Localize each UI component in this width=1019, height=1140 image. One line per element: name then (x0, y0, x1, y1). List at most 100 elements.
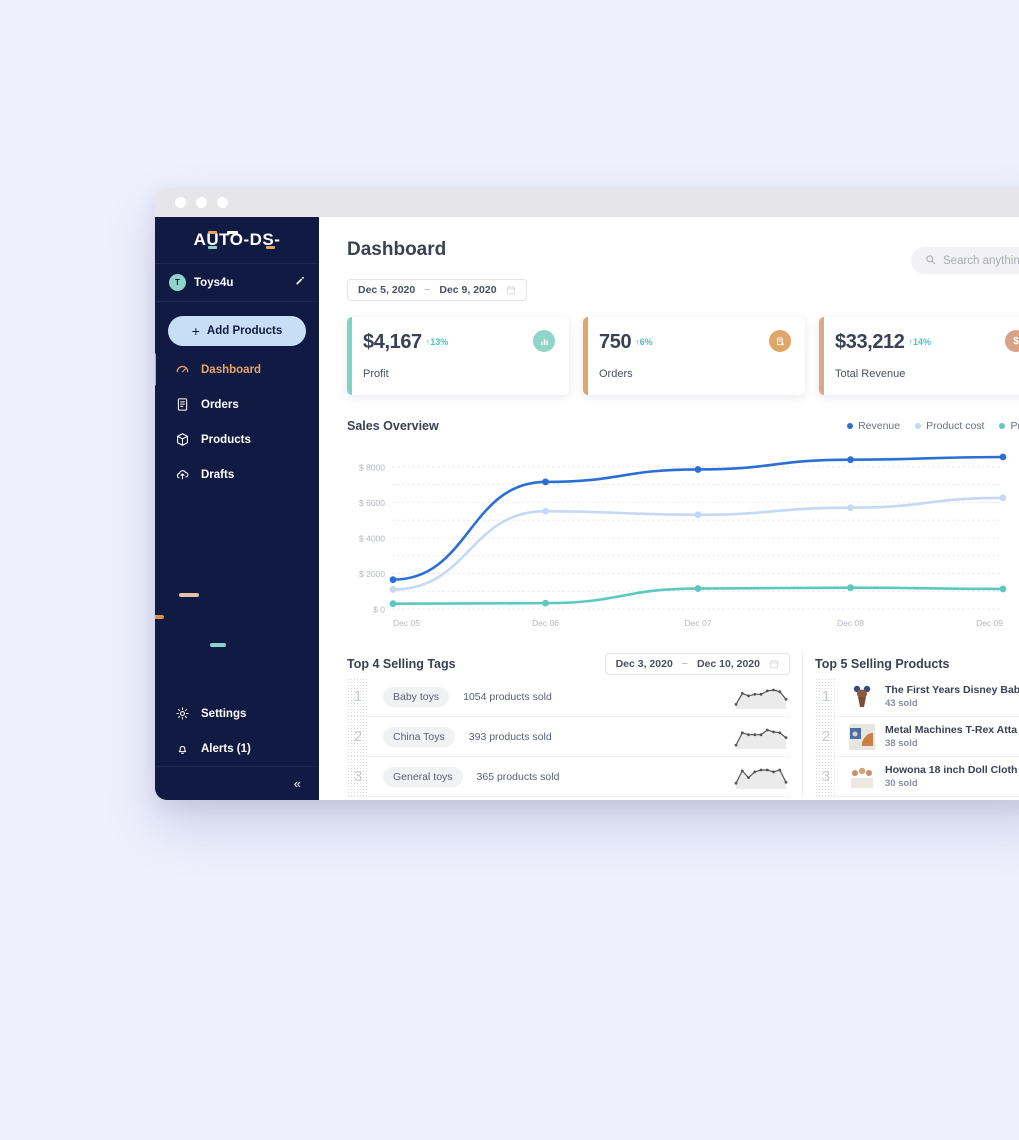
gauge-icon (175, 362, 190, 377)
sidebar-item-alerts[interactable]: Alerts (1) (155, 731, 319, 766)
legend-item-profit[interactable]: Profit (999, 420, 1019, 432)
tag-count: 365 products sold (476, 770, 560, 783)
panel-title: Top 4 Selling Tags (347, 657, 456, 671)
rank-number: 2 (347, 717, 369, 756)
bar-chart-icon (533, 330, 555, 352)
sidebar-item-settings[interactable]: Settings (155, 696, 319, 731)
panel-title: Top 5 Selling Products (815, 657, 950, 671)
legend-swatch (915, 423, 922, 429)
legend-label: Revenue (858, 420, 901, 432)
stat-label: Profit (363, 368, 389, 380)
disney-bear-thumb (849, 683, 875, 710)
products-panel-header: Top 5 Selling Products (815, 651, 1019, 677)
table-row[interactable]: 1 The First Years Disney Bab 43 sold (815, 677, 1019, 717)
sidebar-item-label: Alerts (1) (201, 742, 251, 755)
logo-mark-2 (208, 246, 217, 249)
logo-mark-3 (227, 231, 238, 234)
table-row[interactable]: 1 Baby toys 1054 products sold (347, 677, 790, 717)
window-minimize-dot[interactable] (196, 197, 207, 208)
svg-text:$ 4000: $ 4000 (359, 533, 385, 543)
stat-delta: ↑13% (425, 337, 449, 347)
chart-legend: Revenue Product cost Profit (847, 420, 1019, 432)
box-icon (175, 432, 190, 447)
legend-label: Product cost (926, 420, 985, 432)
app-logo[interactable]: AUTO-DS- (155, 217, 319, 264)
table-row[interactable]: 2 Metal Machines T-Rex Atta 38 sold (815, 717, 1019, 757)
shop-selector[interactable]: T Toys4u (155, 264, 319, 302)
order-clipboard-icon (769, 330, 791, 352)
add-products-button[interactable]: + Add Products (168, 316, 306, 346)
svg-text:$ 6000: $ 6000 (359, 498, 385, 508)
stat-card-orders[interactable]: 750 ↑6% Orders (583, 317, 805, 395)
sparkline-chart (734, 728, 788, 749)
card-accent-bar (583, 317, 588, 395)
tag-count: 1054 products sold (463, 690, 552, 703)
sidebar-item-label: Drafts (201, 468, 235, 481)
tags-list: 1 Baby toys 1054 products sold 2 China Toys 3… (347, 677, 790, 797)
page-title: Dashboard (347, 239, 447, 260)
sidebar-collapse-button[interactable]: « (155, 766, 319, 800)
tag-count: 393 products sold (468, 730, 552, 743)
rank-number: 3 (347, 757, 369, 796)
stat-delta: ↑6% (635, 337, 653, 347)
legend-label: Profit (1010, 420, 1019, 432)
date-range-picker-tags[interactable]: Dec 3, 2020 ~ Dec 10, 2020 (604, 653, 790, 675)
window-maximize-dot[interactable] (217, 197, 228, 208)
table-row[interactable]: 3 Howona 18 inch Doll Cloth 30 sold (815, 757, 1019, 797)
decorative-dash-4 (210, 643, 226, 647)
search-input[interactable]: Search anything (911, 247, 1019, 274)
legend-item-revenue[interactable]: Revenue (847, 420, 900, 432)
date-range-separator: ~ (424, 284, 431, 296)
search-icon (925, 254, 936, 268)
legend-swatch (999, 423, 1006, 429)
calendar-icon (769, 659, 779, 669)
tag-pill[interactable]: Baby toys (383, 686, 450, 707)
date-range-end: Dec 9, 2020 (439, 284, 497, 296)
legend-swatch (847, 423, 854, 429)
dollar-icon: $ (1005, 330, 1019, 352)
legend-item-product-cost[interactable]: Product cost (915, 420, 984, 432)
sparkline-chart (734, 688, 788, 709)
stat-value: 750 (599, 331, 632, 353)
sidebar-item-products[interactable]: Products (155, 422, 319, 457)
page-background: AUTO-DS- T Toys4u + Add Products Dashboa… (0, 0, 1019, 1140)
logo-mark-4 (266, 246, 275, 249)
chart-header: Sales Overview Revenue Product cost P (347, 419, 1019, 433)
date-range-picker-top[interactable]: Dec 5, 2020 ~ Dec 9, 2020 (347, 279, 527, 301)
product-name: Metal Machines T-Rex Atta (885, 724, 1018, 736)
product-sold-count: 30 sold (885, 778, 918, 789)
date-range-separator: ~ (681, 658, 688, 670)
tag-pill[interactable]: China Toys (383, 726, 455, 747)
shop-name: Toys4u (194, 276, 234, 289)
decorative-dash-3 (155, 615, 164, 619)
header-bar: Dashboard Search anything (347, 217, 1019, 274)
tag-pill[interactable]: General toys (383, 766, 463, 787)
pencil-icon[interactable] (294, 276, 305, 290)
sidebar: AUTO-DS- T Toys4u + Add Products Dashboa… (155, 217, 343, 800)
stat-label: Total Revenue (835, 368, 906, 380)
stat-card-profit[interactable]: $4,167 ↑13% Profit (347, 317, 569, 395)
table-row[interactable]: 2 China Toys 393 products sold (347, 717, 790, 757)
sidebar-item-dashboard[interactable]: Dashboard (155, 352, 319, 387)
main-content: Dashboard Search anything Dec 5, 2020 ~ … (319, 217, 1019, 800)
sales-overview-chart[interactable]: $ 0 $ 2000 $ 4000 $ 6000 $ 8000 Dec 05 Dec 06 D… (347, 441, 1019, 641)
top-selling-products-panel: Top 5 Selling Products 1 The First Years … (802, 651, 1019, 797)
rank-number: 2 (815, 717, 837, 756)
gear-icon (175, 706, 190, 721)
sidebar-item-drafts[interactable]: Drafts (155, 457, 319, 492)
rank-number: 3 (815, 757, 837, 796)
svg-text:$ 0: $ 0 (373, 605, 385, 615)
svg-text:Dec 07: Dec 07 (685, 618, 712, 628)
sidebar-item-orders[interactable]: Orders (155, 387, 319, 422)
rank-number: 1 (347, 677, 369, 716)
date-range-end: Dec 10, 2020 (696, 658, 760, 670)
window-close-dot[interactable] (175, 197, 186, 208)
calendar-icon (506, 285, 516, 295)
tags-panel-header: Top 4 Selling Tags Dec 3, 2020 ~ Dec 10,… (347, 651, 790, 677)
trex-toy-thumb (849, 723, 875, 750)
stat-card-revenue[interactable]: $33,212 ↑14% Total Revenue $ (819, 317, 1019, 395)
add-products-label: Add Products (206, 325, 283, 337)
chart-title: Sales Overview (347, 419, 439, 433)
table-row[interactable]: 3 General toys 365 products sold (347, 757, 790, 797)
window-titlebar (155, 188, 1019, 217)
